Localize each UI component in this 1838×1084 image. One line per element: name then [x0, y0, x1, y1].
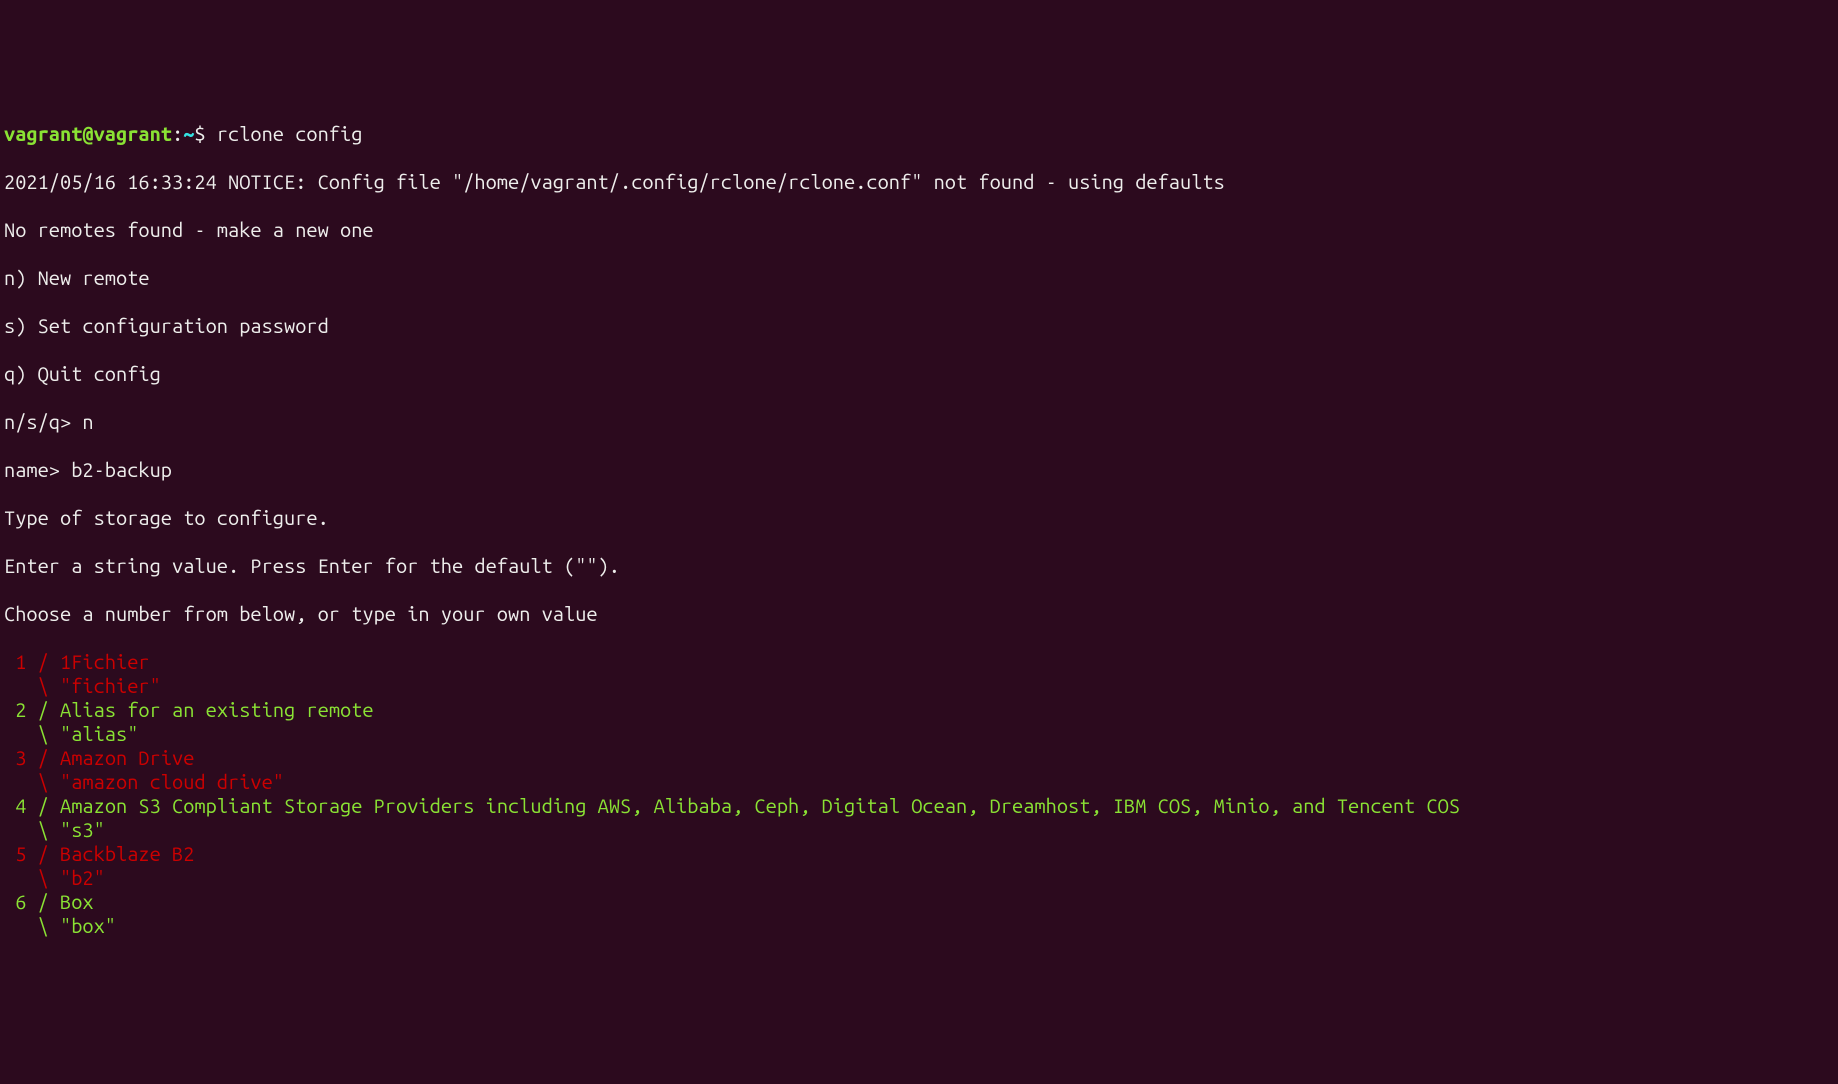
menu-prompt-line: n/s/q> n	[4, 410, 1834, 434]
option-backslash: \	[4, 818, 60, 841]
storage-option-row: 6 / Box	[4, 890, 1834, 914]
option-name: Amazon S3 Compliant Storage Providers in…	[60, 794, 1460, 817]
option-quit: q) Quit config	[4, 362, 1834, 386]
option-slash: /	[26, 890, 60, 913]
option-backslash: \	[4, 770, 60, 793]
name-input[interactable]: b2-backup	[71, 458, 172, 481]
option-slash: /	[26, 842, 60, 865]
storage-option-row: 1 / 1Fichier	[4, 650, 1834, 674]
enter-string-line: Enter a string value. Press Enter for th…	[4, 554, 1834, 578]
option-backslash: \	[4, 866, 60, 889]
menu-input[interactable]: n	[82, 410, 93, 433]
option-number: 1	[4, 650, 26, 673]
option-backslash: \	[4, 722, 60, 745]
terminal-output[interactable]: vagrant@vagrant:~$ rclone config 2021/05…	[4, 98, 1834, 962]
option-code: "alias"	[60, 722, 138, 745]
option-name: Amazon Drive	[60, 746, 194, 769]
prompt-user: vagrant@vagrant	[4, 122, 172, 145]
option-name: Backblaze B2	[60, 842, 194, 865]
option-backslash: \	[4, 914, 60, 937]
storage-option-code-row: \ "box"	[4, 914, 1834, 938]
option-number: 5	[4, 842, 26, 865]
choose-number-line: Choose a number from below, or type in y…	[4, 602, 1834, 626]
option-number: 3	[4, 746, 26, 769]
storage-option-row: 4 / Amazon S3 Compliant Storage Provider…	[4, 794, 1834, 818]
option-code: "s3"	[60, 818, 105, 841]
storage-option-row: 3 / Amazon Drive	[4, 746, 1834, 770]
option-code: "amazon cloud drive"	[60, 770, 284, 793]
storage-option-code-row: \ "fichier"	[4, 674, 1834, 698]
menu-prompt: n/s/q>	[4, 410, 82, 433]
option-slash: /	[26, 650, 60, 673]
storage-option-code-row: \ "s3"	[4, 818, 1834, 842]
option-name: 1Fichier	[60, 650, 150, 673]
storage-option-code-row: \ "alias"	[4, 722, 1834, 746]
command-text: rclone config	[217, 122, 363, 145]
option-backslash: \	[4, 674, 60, 697]
notice-line: 2021/05/16 16:33:24 NOTICE: Config file …	[4, 170, 1834, 194]
option-set-password: s) Set configuration password	[4, 314, 1834, 338]
storage-option-code-row: \ "amazon cloud drive"	[4, 770, 1834, 794]
no-remotes-line: No remotes found - make a new one	[4, 218, 1834, 242]
storage-options-list: 1 / 1Fichier \ "fichier" 2 / Alias for a…	[4, 650, 1834, 938]
option-slash: /	[26, 698, 60, 721]
option-number: 6	[4, 890, 26, 913]
option-slash: /	[26, 794, 60, 817]
prompt-path: ~	[183, 122, 194, 145]
prompt-sep: :	[172, 122, 183, 145]
prompt-dollar: $	[194, 122, 205, 145]
option-name: Box	[60, 890, 94, 913]
option-number: 4	[4, 794, 26, 817]
storage-type-line: Type of storage to configure.	[4, 506, 1834, 530]
storage-option-row: 5 / Backblaze B2	[4, 842, 1834, 866]
option-code: "box"	[60, 914, 116, 937]
option-code: "fichier"	[60, 674, 161, 697]
option-code: "b2"	[60, 866, 105, 889]
storage-option-code-row: \ "b2"	[4, 866, 1834, 890]
name-prompt: name>	[4, 458, 71, 481]
option-new-remote: n) New remote	[4, 266, 1834, 290]
option-slash: /	[26, 746, 60, 769]
storage-option-row: 2 / Alias for an existing remote	[4, 698, 1834, 722]
name-prompt-line: name> b2-backup	[4, 458, 1834, 482]
prompt-line: vagrant@vagrant:~$ rclone config	[4, 122, 1834, 146]
option-name: Alias for an existing remote	[60, 698, 374, 721]
option-number: 2	[4, 698, 26, 721]
